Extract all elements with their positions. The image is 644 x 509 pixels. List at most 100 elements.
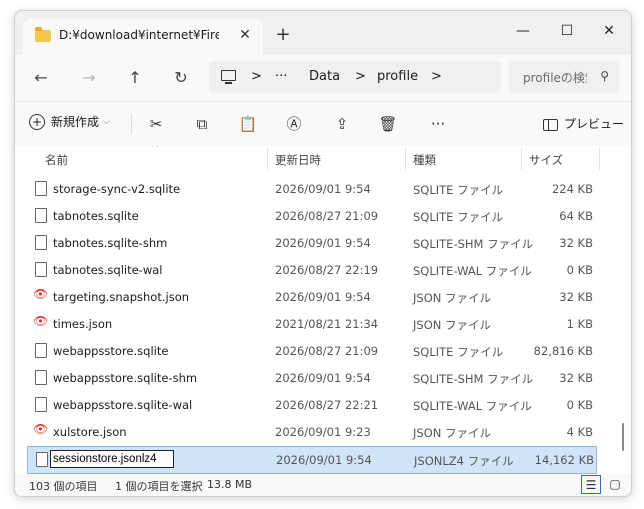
file-size: 4 KB [566,425,593,439]
file-modified: 2026/09/01 9:54 [276,453,372,467]
file-name: webappsstore.sqlite-shm [53,371,198,385]
file-type: JSON ファイル [413,426,492,440]
file-size: 1 KB [566,317,593,331]
tiles-view-button[interactable]: ▢ [605,475,625,494]
file-modified: 2026/08/27 22:21 [275,398,379,412]
file-modified: 2026/08/27 21:09 [275,344,379,358]
paste-icon[interactable]: 📋 [237,114,259,134]
new-button[interactable]: + 新規作成 ⌵ [29,113,110,135]
close-window-button[interactable]: ✕ [587,19,631,43]
explorer-tab[interactable]: D:¥download¥internet¥Firefox ✕ [23,19,263,55]
back-button[interactable]: ← [29,66,53,90]
table-row[interactable]: tabnotes.sqlite-wal 2026/08/27 22:19 SQLIT… [27,257,597,283]
new-tab-button[interactable]: + [273,25,293,45]
column-size[interactable]: サイズ [529,152,563,168]
file-list[interactable]: 名前 ^ 更新日時 種類 サイズ storage-sync-v2.sqlite 2… [15,146,631,474]
table-row[interactable]: webappsstore.sqlite-shm 2026/09/01 9:54 SQ… [27,365,597,391]
preview-label: プレビュー [564,117,625,131]
table-row[interactable]: 👁 times.json 2021/08/21 21:34 JSON ファイル 1 KB [27,311,597,337]
table-row[interactable]: webappsstore.sqlite 2026/08/27 21:09 SQLIT… [27,338,597,364]
file-modified: 2026/09/01 9:54 [275,182,371,196]
column-name[interactable]: 名前 [45,152,68,168]
file-icon [35,397,47,412]
file-size: 32 KB [559,290,593,304]
preview-pane-icon [543,118,558,131]
file-name: tabnotes.sqlite [53,209,139,223]
column-divider [267,148,268,170]
file-modified: 2026/08/27 21:09 [275,209,379,223]
column-divider [521,148,522,170]
tab-title: D:¥download¥internet¥Firefox [59,28,219,42]
file-icon [35,343,47,358]
table-row[interactable]: 👁 xulstore.json 2026/09/01 9:23 JSON ファイル 4 … [27,419,597,445]
file-modified: 2026/08/27 22:19 [275,263,379,277]
table-row[interactable]: storage-sync-v2.sqlite 2026/09/01 9:54 SQL… [27,176,597,202]
rename-input[interactable] [50,450,174,468]
file-icon [36,452,48,467]
tab-close-button[interactable]: ✕ [235,25,255,45]
file-modified: 2026/09/01 9:54 [275,290,371,304]
breadcrumb-separator[interactable]: > [431,69,442,84]
file-type: JSON ファイル [413,318,492,332]
file-type: JSONLZ4 ファイル [414,454,514,468]
file-name: storage-sync-v2.sqlite [53,182,181,196]
more-options-button[interactable]: ··· [427,114,449,134]
file-icon [35,262,47,277]
forward-button[interactable]: → [77,66,101,90]
file-modified: 2021/08/21 21:34 [275,317,379,331]
refresh-button[interactable]: ↻ [169,66,193,90]
file-type: SQLITE ファイル [413,183,504,197]
table-row[interactable]: 👁 targeting.snapshot.json 2026/09/01 9:54 J… [27,284,597,310]
column-modified[interactable]: 更新日時 [275,152,321,168]
sort-ascending-icon: ^ [151,146,160,154]
file-type: SQLITE-WAL ファイル [413,264,532,278]
file-size: 224 KB [551,182,593,196]
file-icon [35,370,47,385]
table-row-selected[interactable]: 2026/09/01 9:54 JSONLZ4 ファイル 14,162 KB [27,446,597,474]
minimize-button[interactable]: — [501,19,545,43]
file-icon [35,208,47,223]
table-row[interactable]: tabnotes.sqlite 2026/08/27 21:09 SQLITE ファ… [27,203,597,229]
table-row[interactable]: tabnotes.sqlite-shm 2026/09/01 9:54 SQLITE… [27,230,597,256]
preview-button[interactable]: プレビュー [543,115,624,132]
file-size: 82,816 KB [533,344,593,358]
search-box[interactable]: profileの検索 ⚲ [509,61,619,93]
breadcrumb-data[interactable]: Data [309,69,340,84]
file-size: 64 KB [559,209,593,223]
details-view-button[interactable]: ☰ [581,475,601,494]
file-type: SQLITE-WAL ファイル [413,399,532,413]
file-name: tabnotes.sqlite-wal [53,263,163,277]
address-bar[interactable]: > ··· Data > profile > [209,61,501,93]
title-bar: D:¥download¥internet¥Firefox ✕ + — ☐ ✕ [15,11,631,55]
file-size: 32 KB [559,371,593,385]
column-divider [405,148,406,170]
scrollbar-thumb[interactable] [622,423,624,451]
file-icon [35,181,47,196]
file-size: 0 KB [566,398,593,412]
rename-icon[interactable]: Ⓐ [283,114,305,134]
selection-count: 1 個の項目を選択 [115,480,203,493]
copy-icon[interactable]: ⧉ [191,114,213,134]
file-icon [35,235,47,250]
table-row[interactable]: webappsstore.sqlite-wal 2026/08/27 22:21 S… [27,392,597,418]
file-type: JSON ファイル [413,291,492,305]
file-modified: 2026/09/01 9:54 [275,371,371,385]
plus-icon: + [29,113,45,130]
breadcrumb-separator: > [355,69,366,84]
file-type: SQLITE ファイル [413,345,504,359]
cut-icon[interactable]: ✂ [145,114,167,134]
up-button[interactable]: ↑ [123,66,147,90]
breadcrumb-overflow-button[interactable]: ··· [275,69,287,84]
eye-icon: 👁 [33,314,49,328]
share-icon[interactable]: ⇪ [331,114,353,134]
new-button-label: 新規作成 [51,115,100,129]
search-input[interactable]: profileの検索 [523,69,587,86]
folder-icon [35,27,51,42]
maximize-button[interactable]: ☐ [545,19,589,43]
column-type[interactable]: 種類 [413,152,436,168]
delete-icon[interactable]: 🗑 [377,114,399,134]
breadcrumb-profile[interactable]: profile [377,69,418,84]
item-count: 103 個の項目 [29,480,98,493]
file-modified: 2026/09/01 9:23 [275,425,371,439]
status-bar: 103 個の項目 1 個の項目を選択 13.8 MB ☰ ▢ [15,474,631,496]
